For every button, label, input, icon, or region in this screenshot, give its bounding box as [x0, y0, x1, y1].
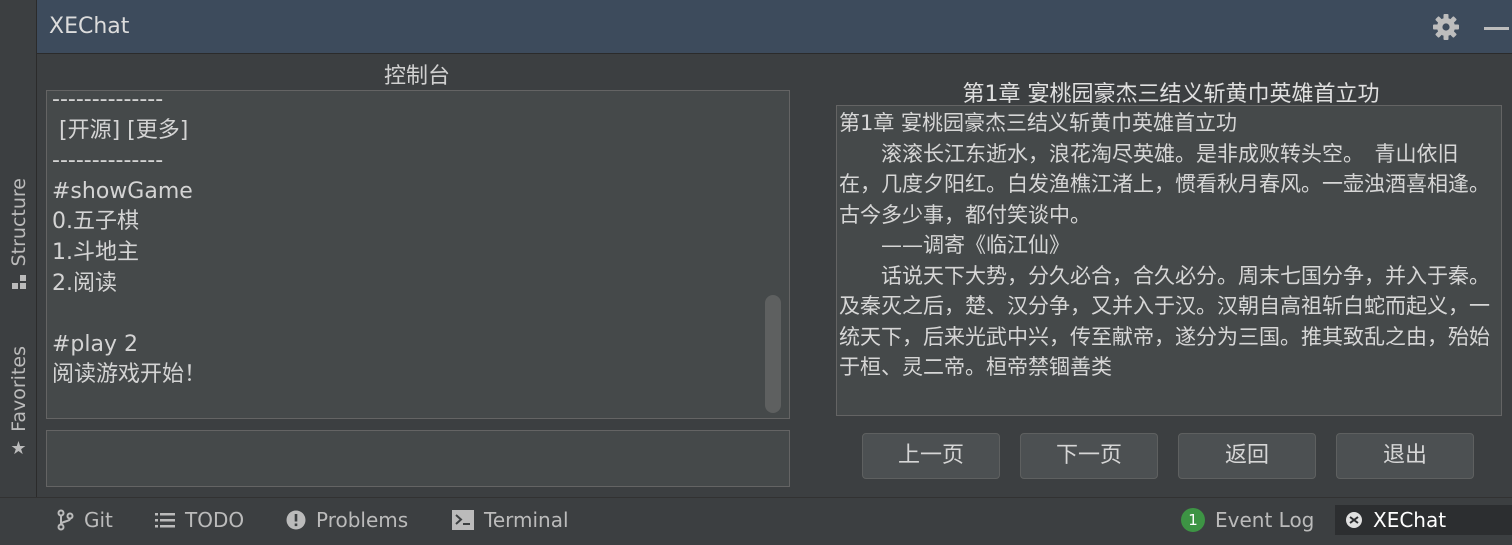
- terminal-icon: [452, 510, 474, 530]
- reader-text: 第1章 宴桃园豪杰三结义斩黄巾英雄首立功 滚滚长江东逝水，浪花淘尽英雄。是非成败…: [839, 108, 1499, 383]
- reader-paragraph: 第1章 宴桃园豪杰三结义斩黄巾英雄首立功: [839, 111, 1238, 135]
- xechat-tool-button[interactable]: XEChat: [1335, 505, 1512, 535]
- console-line: 2.阅读: [52, 270, 117, 296]
- xechat-icon: [1345, 511, 1363, 529]
- favorites-label: Favorites: [7, 346, 30, 432]
- gear-icon[interactable]: [1432, 13, 1460, 41]
- console-line: #play 2: [52, 331, 139, 357]
- terminal-label: Terminal: [484, 508, 569, 532]
- console-input[interactable]: [47, 431, 789, 486]
- back-button[interactable]: 返回: [1178, 433, 1316, 479]
- chapter-title: 第1章 宴桃园豪杰三结义斩黄巾英雄首立功: [962, 82, 1380, 107]
- event-log-label: Event Log: [1215, 508, 1315, 532]
- git-tool-button[interactable]: Git: [56, 505, 113, 535]
- console-heading: 控制台: [383, 64, 450, 89]
- favorites-tool-tab[interactable]: ★ Favorites: [0, 346, 37, 458]
- console-output: -------------- [开源] [更多] -------------- …: [46, 90, 790, 419]
- console-line: 阅读游戏开始！: [52, 362, 207, 388]
- console-line: [开源] [更多]: [52, 117, 189, 143]
- console-input-box[interactable]: [46, 430, 790, 487]
- console-lines: -------------- [开源] [更多] -------------- …: [52, 90, 207, 391]
- console-line: #showGame: [52, 178, 193, 204]
- event-log-tool-button[interactable]: 1 Event Log: [1181, 505, 1314, 535]
- reader-paragraph: 滚滚长江东逝水，浪花淘尽英雄。是非成败转头空。 青山依旧在，几度夕阳红。白发渔樵…: [839, 141, 1490, 227]
- structure-tool-tab[interactable]: Structure: [0, 178, 37, 294]
- git-label: Git: [84, 508, 113, 532]
- structure-label: Structure: [7, 178, 30, 267]
- reader-text-area: 第1章 宴桃园豪杰三结义斩黄巾英雄首立功 滚滚长江东逝水，浪花淘尽英雄。是非成败…: [836, 105, 1502, 416]
- reader-paragraph: 话说天下大势，分久必合，合久必分。周末七国分争，并入于秦。及秦灭之后，楚、汉分争…: [839, 263, 1490, 380]
- exit-button[interactable]: 退出: [1336, 433, 1474, 479]
- console-line: 0.五子棋: [52, 209, 139, 235]
- console-line: --------------: [52, 148, 164, 174]
- todo-label: TODO: [185, 508, 245, 532]
- git-branch-icon: [56, 509, 74, 531]
- warning-circle-icon: [286, 510, 306, 530]
- reader-paragraph: ——调寄《临江仙》: [839, 233, 1070, 257]
- console-scrollbar[interactable]: [765, 295, 781, 413]
- xechat-label: XEChat: [1373, 508, 1447, 532]
- next-page-button[interactable]: 下一页: [1020, 433, 1158, 479]
- list-icon: [155, 512, 175, 528]
- problems-label: Problems: [316, 508, 409, 532]
- structure-icon: [11, 274, 27, 294]
- console-line: --------------: [52, 90, 164, 112]
- problems-tool-button[interactable]: Problems: [286, 505, 408, 535]
- terminal-tool-button[interactable]: Terminal: [452, 505, 569, 535]
- star-icon: ★: [10, 437, 27, 459]
- window-title: XEChat: [49, 14, 130, 39]
- left-tool-strip: Structure ★ Favorites: [0, 0, 37, 497]
- bottom-tool-bar: Git TODO Problems Terminal 1 Event Log X…: [0, 497, 1512, 545]
- minimize-icon[interactable]: [1484, 27, 1509, 30]
- prev-page-button[interactable]: 上一页: [862, 433, 1000, 479]
- todo-tool-button[interactable]: TODO: [155, 505, 244, 535]
- tool-window-title-bar: XEChat: [37, 0, 1512, 54]
- event-count-badge: 1: [1181, 508, 1205, 532]
- console-line: 1.斗地主: [52, 239, 139, 265]
